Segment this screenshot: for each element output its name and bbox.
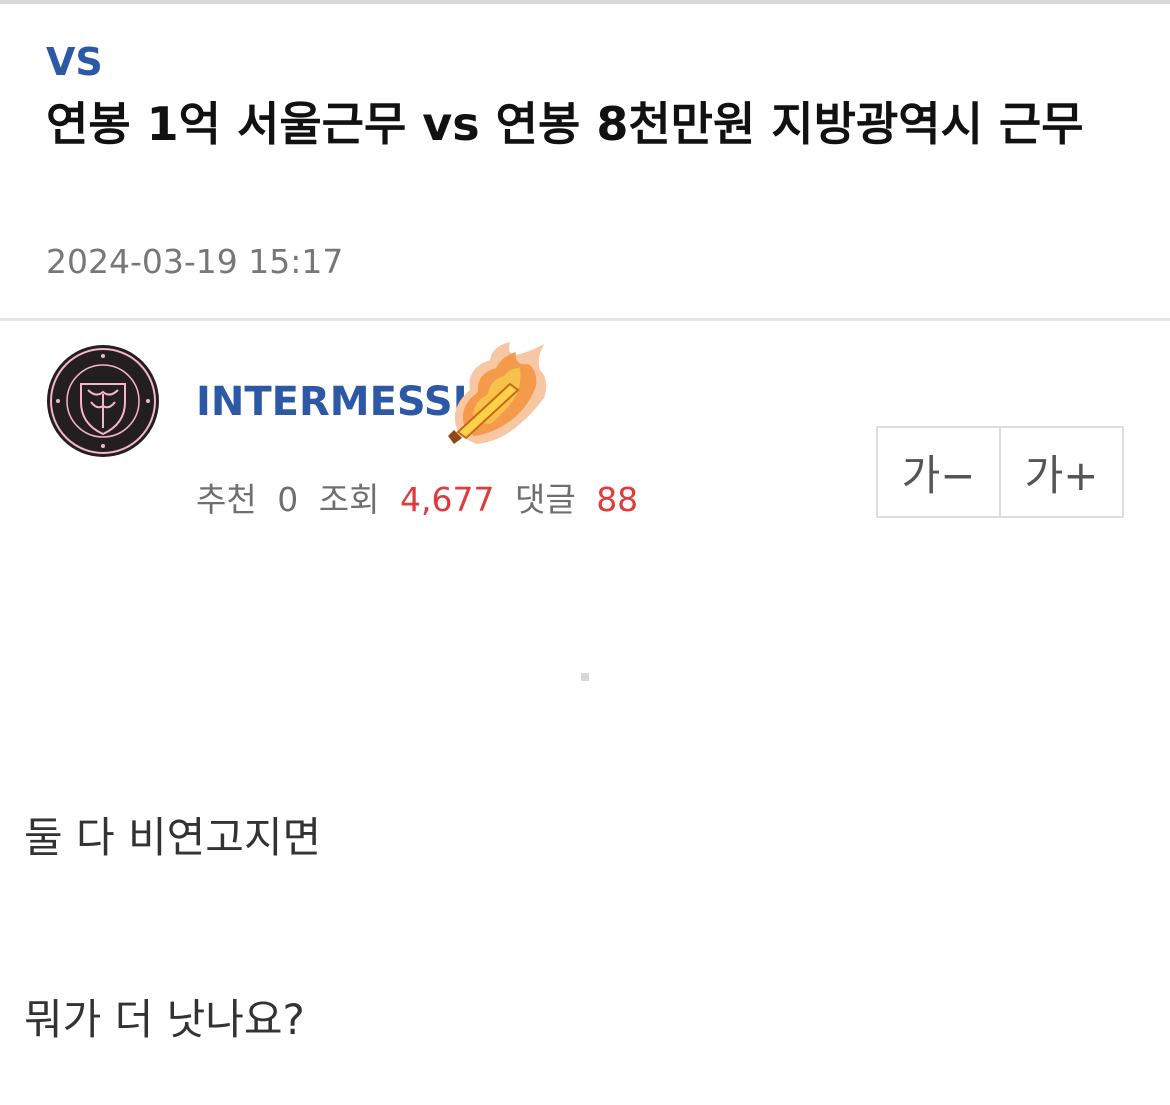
- comments-label: 댓글: [514, 480, 576, 519]
- image-placeholder-dot: [581, 673, 589, 681]
- font-decrease-button[interactable]: 가−: [878, 428, 999, 516]
- post-category[interactable]: VS: [46, 40, 103, 84]
- content-line-1: 둘 다 비연고지면: [24, 813, 322, 862]
- recommend-label: 추천: [196, 480, 257, 519]
- inter-miami-crest-icon[interactable]: [44, 342, 162, 460]
- content-line-2: 뭐가 더 낫나요?: [24, 995, 305, 1044]
- post-stats: 추천 0 조회 4,677 댓글 88: [196, 478, 638, 522]
- post-header: VS 연봉 1억 서울근무 vs 연봉 8천만원 지방광역시 근무 2024-0…: [0, 4, 1170, 318]
- comments-count[interactable]: 88: [596, 480, 638, 519]
- font-size-controls: 가− 가+: [876, 426, 1124, 518]
- views-count: 4,677: [399, 480, 495, 519]
- author-name[interactable]: INTERMESSI: [196, 376, 468, 428]
- post-date: 2024-03-19 15:17: [46, 242, 344, 281]
- header-divider: [0, 318, 1170, 321]
- flaming-sword-rank-icon: [448, 342, 547, 444]
- font-increase-button[interactable]: 가+: [999, 428, 1122, 516]
- views-label: 조회: [318, 480, 380, 519]
- post-title: 연봉 1억 서울근무 vs 연봉 8천만원 지방광역시 근무: [46, 97, 1084, 151]
- recommend-count: 0: [277, 480, 299, 519]
